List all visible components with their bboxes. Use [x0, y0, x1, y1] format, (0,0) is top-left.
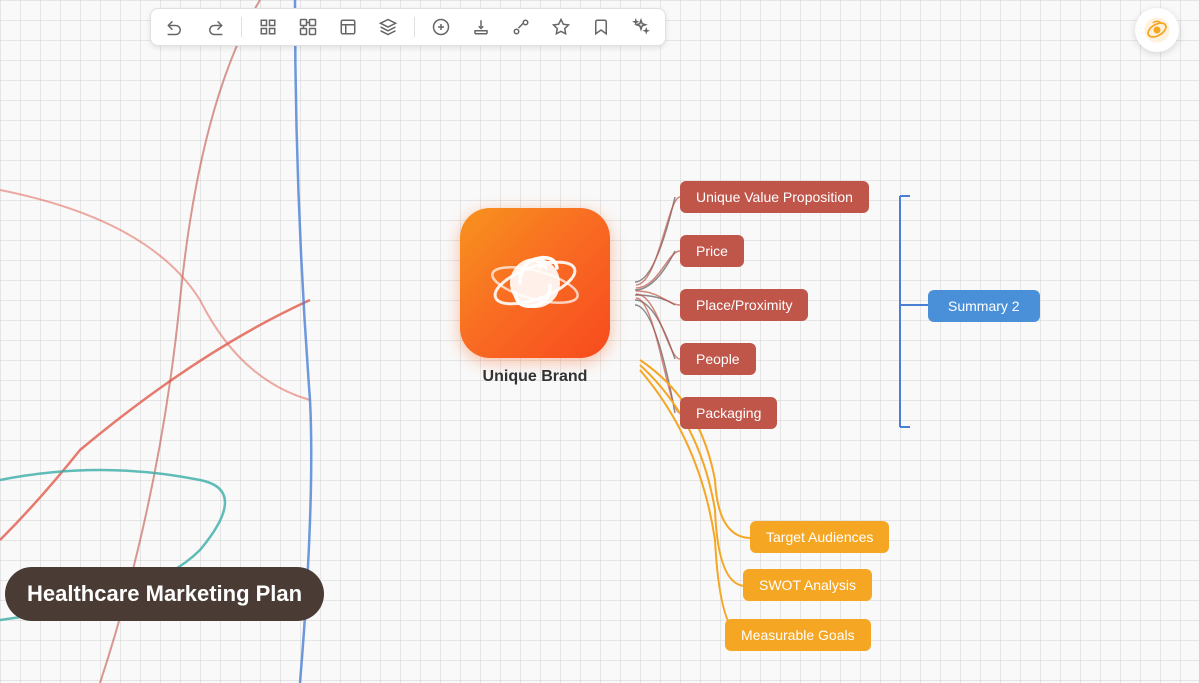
- divider-2: [414, 17, 415, 37]
- price-node[interactable]: Price: [680, 235, 744, 267]
- place-node[interactable]: Place/Proximity: [680, 289, 808, 321]
- measurable-goals-node[interactable]: Measurable Goals: [725, 619, 871, 651]
- bookmark-button[interactable]: [587, 13, 615, 41]
- unique-brand-icon: [460, 208, 610, 358]
- magic-button[interactable]: [627, 13, 655, 41]
- ungroup-button[interactable]: [294, 13, 322, 41]
- undo-button[interactable]: [161, 13, 189, 41]
- packaging-node[interactable]: Packaging: [680, 397, 777, 429]
- toolbar: [150, 8, 666, 46]
- top-right-logo[interactable]: [1135, 8, 1179, 52]
- insert-button[interactable]: [427, 13, 455, 41]
- ai-button[interactable]: [547, 13, 575, 41]
- style-button[interactable]: [374, 13, 402, 41]
- summary-node[interactable]: Summary 2: [928, 290, 1040, 322]
- group-button[interactable]: [254, 13, 282, 41]
- unique-value-node[interactable]: Unique Value Proposition: [680, 181, 869, 213]
- connect-button[interactable]: [507, 13, 535, 41]
- swot-analysis-node[interactable]: SWOT Analysis: [743, 569, 872, 601]
- redo-button[interactable]: [201, 13, 229, 41]
- export-button[interactable]: [467, 13, 495, 41]
- people-node[interactable]: People: [680, 343, 756, 375]
- layout-button[interactable]: [334, 13, 362, 41]
- unique-brand-node[interactable]: Unique Brand: [440, 190, 630, 400]
- unique-brand-label: Unique Brand: [483, 368, 588, 386]
- divider-1: [241, 17, 242, 37]
- target-audiences-node[interactable]: Target Audiences: [750, 521, 889, 553]
- main-label[interactable]: Healthcare Marketing Plan: [5, 567, 324, 621]
